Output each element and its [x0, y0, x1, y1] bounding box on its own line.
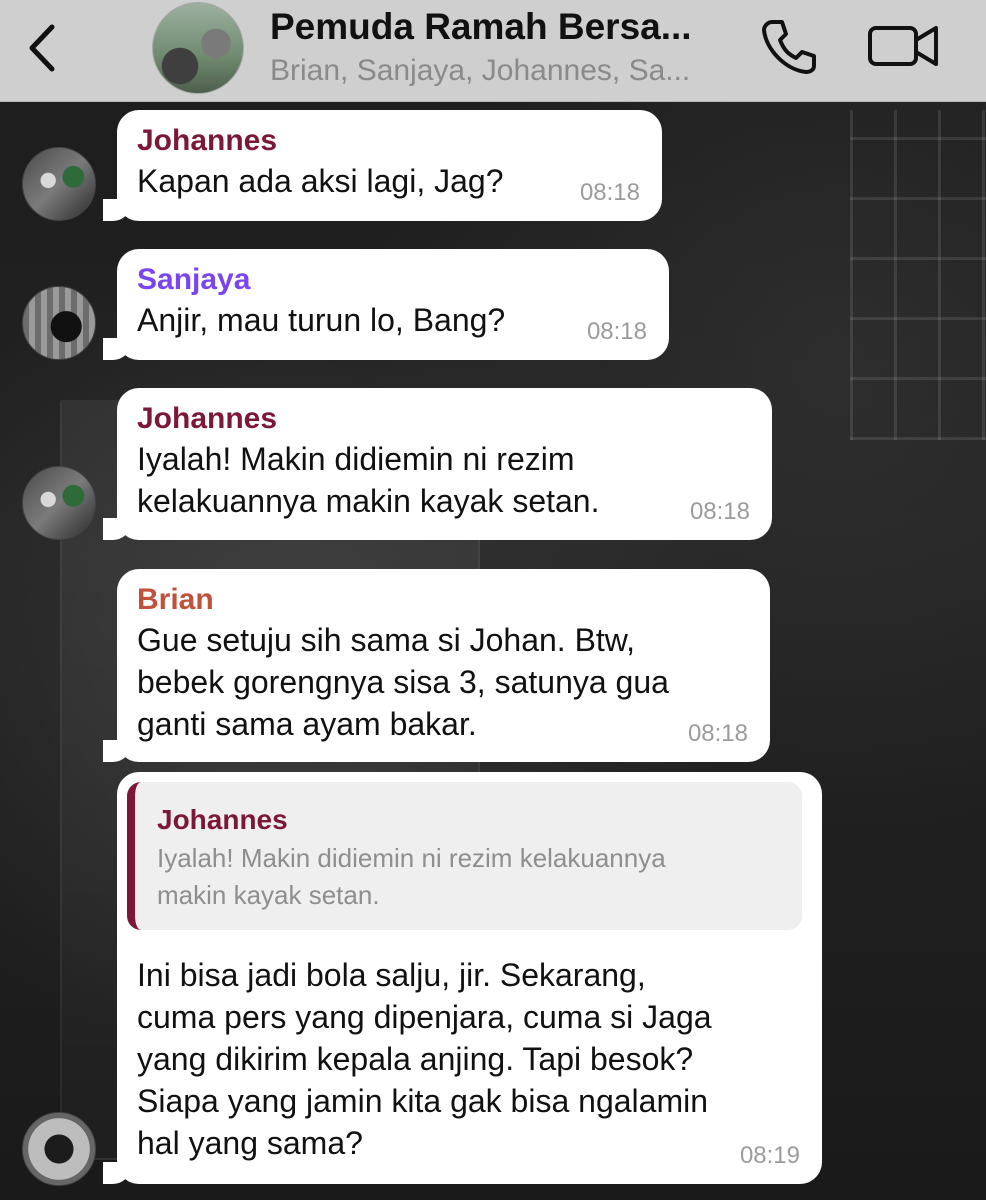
- message-time: 08:18: [689, 498, 750, 525]
- background-window-grid: [850, 110, 986, 440]
- avatar[interactable]: [22, 1112, 96, 1186]
- message-bubble[interactable]: Brian Gue setuju sih sama si Johan. Btw,…: [103, 569, 770, 762]
- message-text-line: yang dikirim kepala anjing. Tapi besok?: [137, 1041, 694, 1077]
- chevron-left-icon: [29, 24, 55, 72]
- group-avatar[interactable]: [152, 2, 244, 94]
- phone-icon: [762, 20, 816, 74]
- message-time: 08:19: [739, 1142, 800, 1169]
- message-time: 08:18: [586, 318, 647, 345]
- video-call-button[interactable]: [866, 14, 942, 78]
- message-time: 08:18: [579, 179, 640, 206]
- video-camera-icon: [868, 26, 938, 66]
- message-bubble[interactable]: Sanjaya Anjir, mau turun lo, Bang? 08:18: [103, 249, 669, 360]
- message-text-line: Iyalah! Makin didiemin ni rezim: [137, 441, 575, 477]
- voice-call-button[interactable]: [758, 14, 822, 78]
- avatar[interactable]: [22, 147, 96, 221]
- chat-header: Pemuda Ramah Bersa... Brian, Sanjaya, Jo…: [0, 0, 986, 102]
- message-text-line: kelakuannya makin kayak setan.: [137, 483, 600, 519]
- quoted-text-line: makin kayak setan.: [157, 880, 380, 910]
- message-text-line: cuma pers yang dipenjara, cuma si Jaga: [137, 999, 712, 1035]
- message-text-line: hal yang sama?: [137, 1125, 363, 1161]
- back-button[interactable]: [18, 18, 66, 78]
- sender-name: Brian: [137, 583, 214, 616]
- message-bubble[interactable]: Johannes Iyalah! Makin didiemin ni rezim…: [103, 388, 772, 540]
- message-text-line: Gue setuju sih sama si Johan. Btw,: [137, 622, 636, 658]
- message-bubble[interactable]: Johannes Iyalah! Makin didiemin ni rezim…: [103, 772, 822, 1184]
- quoted-sender: Johannes: [157, 804, 288, 835]
- group-members[interactable]: Brian, Sanjaya, Johannes, Sa...: [270, 54, 740, 88]
- sender-name: Sanjaya: [137, 263, 251, 296]
- message-text: Anjir, mau turun lo, Bang?: [137, 302, 506, 338]
- avatar[interactable]: [22, 466, 96, 540]
- quoted-text-line: Iyalah! Makin didiemin ni rezim kelakuan…: [157, 843, 666, 873]
- group-title[interactable]: Pemuda Ramah Bersa...: [270, 6, 740, 48]
- avatar[interactable]: [22, 286, 96, 360]
- message-text-line: bebek gorengnya sisa 3, satunya gua: [137, 664, 669, 700]
- sender-name: Johannes: [137, 124, 278, 157]
- message-text-line: Ini bisa jadi bola salju, jir. Sekarang,: [137, 957, 646, 993]
- message-text-line: ganti sama ayam bakar.: [137, 706, 477, 742]
- message-time: 08:18: [687, 720, 748, 747]
- reply-quote[interactable]: Johannes Iyalah! Makin didiemin ni rezim…: [127, 782, 802, 930]
- message-text: Kapan ada aksi lagi, Jag?: [137, 163, 504, 199]
- message-bubble[interactable]: Johannes Kapan ada aksi lagi, Jag? 08:18: [103, 110, 662, 221]
- message-text-line: Siapa yang jamin kita gak bisa ngalamin: [137, 1083, 708, 1119]
- message-body: Ini bisa jadi bola salju, jir. Sekarang,…: [127, 954, 802, 1164]
- sender-name: Johannes: [137, 402, 278, 435]
